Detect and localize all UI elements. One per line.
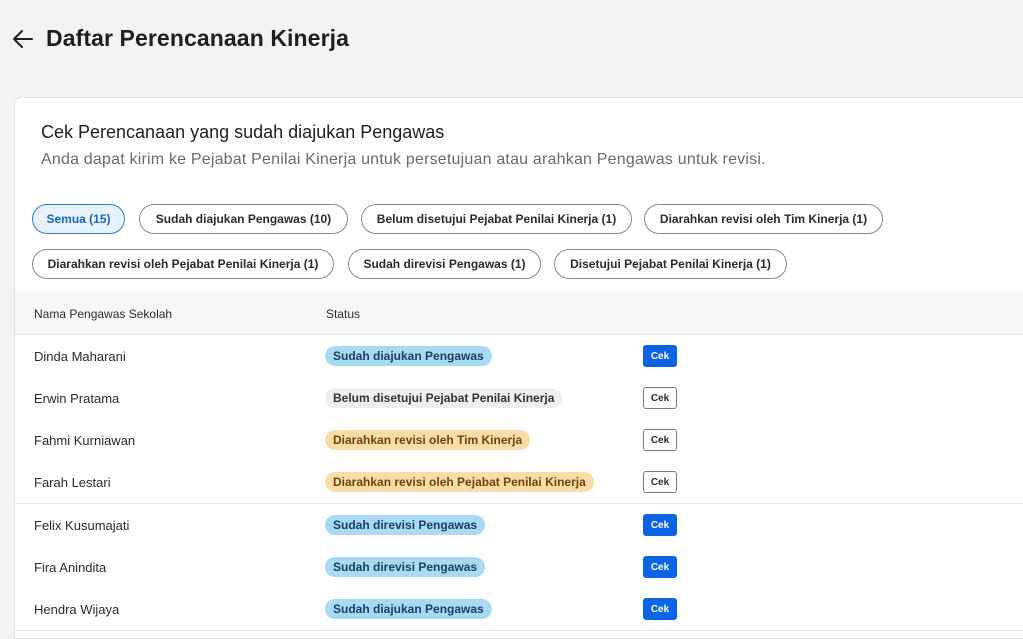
page-title: Daftar Perencanaan Kinerja bbox=[46, 25, 350, 51]
filter-chip-semua[interactable]: Semua (15) bbox=[32, 204, 125, 234]
cek-button[interactable]: Cek bbox=[643, 598, 677, 620]
filter-chip-disetujui[interactable]: Disetujui Pejabat Penilai Kinerja (1) bbox=[554, 249, 787, 279]
column-header-nama: Nama Pengawas Sekolah bbox=[34, 307, 173, 321]
pengawas-name: Felix Kusumajati bbox=[34, 518, 130, 533]
status-badge: Belum disetujui Pejabat Penilai Kinerja bbox=[325, 388, 563, 408]
cek-button[interactable]: Cek bbox=[643, 345, 677, 367]
status-badge: Diarahkan revisi oleh Pejabat Penilai Ki… bbox=[325, 472, 594, 492]
table-row: Hendra Wijaya Sudah diajukan Pengawas Ce… bbox=[15, 588, 1023, 631]
filter-chip-revisi-tim-kinerja[interactable]: Diarahkan revisi oleh Tim Kinerja (1) bbox=[644, 204, 883, 234]
table-row: Dinda Maharani Sudah diajukan Pengawas C… bbox=[15, 335, 1023, 378]
filter-chip-sudah-diajukan[interactable]: Sudah diajukan Pengawas (10) bbox=[139, 204, 348, 234]
status-badge: Sudah direvisi Pengawas bbox=[325, 515, 486, 535]
table-row: Farah Lestari Diarahkan revisi oleh Peja… bbox=[15, 461, 1023, 504]
cek-button[interactable]: Cek bbox=[643, 514, 677, 536]
card-subtitle: Anda dapat kirim ke Pejabat Penilai Kine… bbox=[41, 151, 766, 168]
back-button[interactable] bbox=[11, 26, 35, 52]
filter-chip-belum-disetujui[interactable]: Belum disetujui Pejabat Penilai Kinerja … bbox=[361, 204, 632, 234]
cek-button[interactable]: Cek bbox=[643, 556, 677, 578]
table-row: Fira Anindita Sudah direvisi Pengawas Ce… bbox=[15, 546, 1023, 589]
cek-button[interactable]: Cek bbox=[643, 471, 677, 493]
pengawas-name: Erwin Pratama bbox=[34, 391, 120, 406]
table-header: Nama Pengawas Sekolah Status bbox=[15, 291, 1023, 335]
status-badge: Diarahkan revisi oleh Tim Kinerja bbox=[325, 430, 531, 450]
filter-chip-sudah-direvisi[interactable]: Sudah direvisi Pengawas (1) bbox=[348, 249, 541, 279]
review-card: Cek Perencanaan yang sudah diajukan Peng… bbox=[14, 97, 1023, 639]
status-badge: Sudah diajukan Pengawas bbox=[325, 599, 492, 619]
status-badge: Sudah direvisi Pengawas bbox=[325, 557, 486, 577]
filter-chip-revisi-pejabat[interactable]: Diarahkan revisi oleh Pejabat Penilai Ki… bbox=[32, 249, 334, 279]
pengawas-name: Hendra Wijaya bbox=[34, 602, 120, 617]
pengawas-name: Dinda Maharani bbox=[34, 349, 126, 364]
table-row: Felix Kusumajati Sudah direvisi Pengawas… bbox=[15, 504, 1023, 547]
pengawas-name: Farah Lestari bbox=[34, 475, 111, 490]
pengawas-name: Fira Anindita bbox=[34, 560, 107, 575]
column-header-status: Status bbox=[326, 307, 361, 321]
top-bar: Daftar Perencanaan Kinerja bbox=[0, 0, 1023, 80]
arrow-left-icon bbox=[13, 30, 33, 48]
table-row: Erwin Pratama Belum disetujui Pejabat Pe… bbox=[15, 377, 1023, 420]
card-title: Cek Perencanaan yang sudah diajukan Peng… bbox=[41, 122, 445, 142]
pengawas-name: Fahmi Kurniawan bbox=[34, 433, 136, 448]
cek-button[interactable]: Cek bbox=[643, 429, 677, 451]
status-badge: Sudah diajukan Pengawas bbox=[325, 346, 492, 366]
cek-button[interactable]: Cek bbox=[643, 387, 677, 409]
table-row: Fahmi Kurniawan Diarahkan revisi oleh Ti… bbox=[15, 419, 1023, 462]
